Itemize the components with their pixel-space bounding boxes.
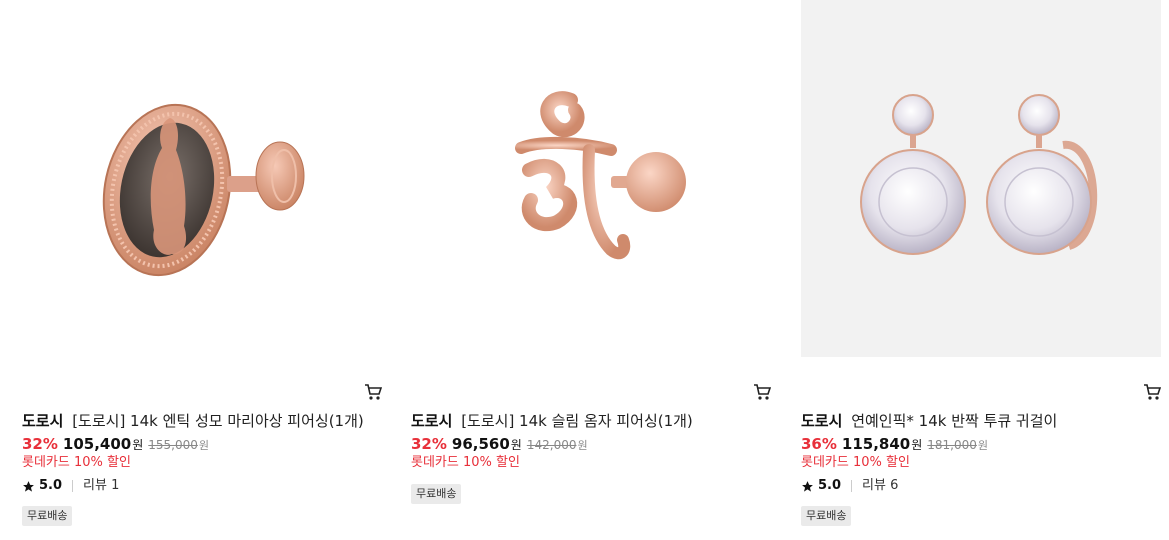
currency: 원 — [132, 438, 144, 452]
product-name: 연예인픽* 14k 반짝 투큐 귀걸이 — [851, 412, 1058, 430]
product-title[interactable]: 도로시 [도로시] 14k 엔틱 성모 마리아상 피어싱(1개) — [22, 412, 382, 430]
brand-name: 도로시 — [22, 412, 64, 430]
review-count[interactable]: 리뷰 6 — [862, 478, 898, 494]
cart-icon[interactable] — [753, 383, 772, 401]
product-name: [도로시] 14k 슬림 옴자 피어싱(1개) — [461, 412, 693, 430]
product-card[interactable]: 도로시 [도로시] 14k 슬림 옴자 피어싱(1개) 32% 96,560원 14… — [411, 0, 772, 540]
sale-price: 115,840 — [841, 435, 911, 453]
product-name: [도로시] 14k 엔틱 성모 마리아상 피어싱(1개) — [72, 412, 364, 430]
rating-row: 5.0 리뷰 1 — [22, 478, 119, 494]
product-image[interactable] — [22, 0, 382, 357]
divider — [851, 480, 853, 492]
product-image[interactable] — [411, 0, 771, 357]
card-promo: 롯데카드 10% 할인 — [22, 455, 131, 470]
discount-rate: 36% — [801, 435, 837, 453]
sale-price: 96,560 — [451, 435, 510, 453]
price-row: 32% 105,400원 155,000원 — [22, 436, 209, 454]
discount-rate: 32% — [22, 435, 58, 453]
product-title[interactable]: 도로시 [도로시] 14k 슬림 옴자 피어싱(1개) — [411, 412, 771, 430]
review-count[interactable]: 리뷰 1 — [83, 478, 119, 494]
free-shipping-badge: 무료배송 — [411, 484, 462, 504]
original-currency: 원 — [577, 439, 588, 452]
rating-row: 5.0 리뷰 6 — [801, 478, 898, 494]
product-image[interactable] — [801, 0, 1161, 357]
product-title[interactable]: 도로시 연예인픽* 14k 반짝 투큐 귀걸이 — [801, 412, 1161, 430]
product-card[interactable]: 도로시 연예인픽* 14k 반짝 투큐 귀걸이 36% 115,840원 181,0… — [801, 0, 1162, 540]
brand-name: 도로시 — [801, 412, 843, 430]
original-price: 142,000 — [526, 438, 577, 452]
free-shipping-badge: 무료배송 — [22, 506, 73, 526]
original-price: 181,000 — [927, 438, 977, 452]
original-currency: 원 — [198, 439, 210, 452]
cart-icon[interactable] — [1143, 383, 1162, 401]
price-row: 32% 96,560원 142,000원 — [411, 436, 588, 454]
sale-price: 105,400 — [62, 435, 132, 453]
star-icon — [23, 480, 34, 492]
cart-icon[interactable] — [364, 383, 383, 401]
currency: 원 — [911, 438, 923, 452]
divider — [72, 480, 74, 492]
original-price: 155,000 — [148, 438, 198, 452]
free-shipping-badge: 무료배송 — [801, 506, 852, 526]
currency: 원 — [510, 438, 522, 452]
discount-rate: 32% — [411, 435, 447, 453]
card-promo: 롯데카드 10% 할인 — [801, 455, 910, 470]
brand-name: 도로시 — [411, 412, 453, 430]
rating-score: 5.0 — [39, 478, 63, 493]
rating-score: 5.0 — [818, 478, 842, 493]
card-promo: 롯데카드 10% 할인 — [411, 455, 520, 470]
star-icon — [802, 480, 813, 492]
product-card[interactable]: 도로시 [도로시] 14k 엔틱 성모 마리아상 피어싱(1개) 32% 105,… — [22, 0, 383, 540]
price-row: 36% 115,840원 181,000원 — [801, 436, 988, 454]
original-currency: 원 — [977, 439, 989, 452]
